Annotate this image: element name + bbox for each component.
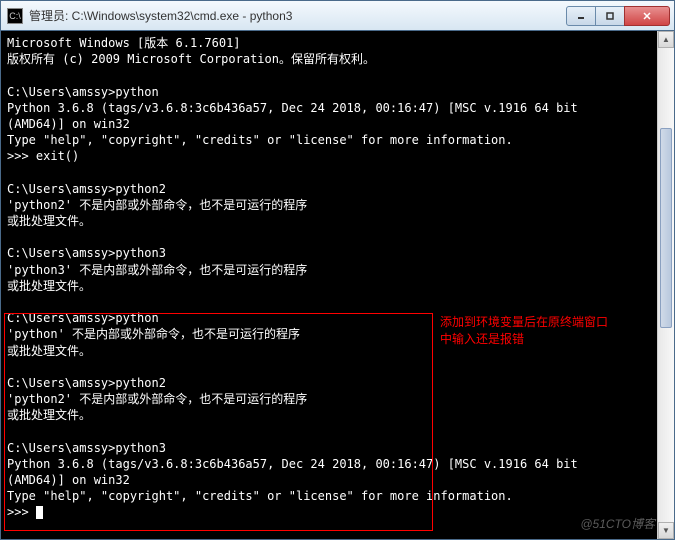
console-line: 或批处理文件。 [7, 408, 91, 422]
console-line: C:\Users\amssy>python3 [7, 441, 166, 455]
window-title: 管理员: C:\Windows\system32\cmd.exe - pytho… [29, 7, 567, 24]
maximize-icon [605, 11, 615, 21]
console-line: 版权所有 (c) 2009 Microsoft Corporation。保留所有… [7, 52, 375, 66]
annotation-text: 添加到环境变量后在原终端窗口中输入还是报错 [440, 314, 610, 348]
titlebar[interactable]: C:\ 管理员: C:\Windows\system32\cmd.exe - p… [1, 1, 674, 31]
cmd-icon: C:\ [7, 8, 23, 24]
minimize-button[interactable] [566, 6, 596, 26]
console-line: 'python3' 不是内部或外部命令，也不是可运行的程序 [7, 263, 307, 277]
minimize-icon [576, 11, 586, 21]
console-line: Python 3.6.8 (tags/v3.6.8:3c6b436a57, De… [7, 457, 578, 471]
console-line: 或批处理文件。 [7, 344, 91, 358]
console-line: Microsoft Windows [版本 6.1.7601] [7, 36, 241, 50]
console-line: C:\Users\amssy>python3 [7, 246, 166, 260]
console-line: >>> [7, 505, 36, 519]
close-icon [642, 11, 652, 21]
cursor-icon [36, 506, 43, 519]
console-line: 'python' 不是内部或外部命令，也不是可运行的程序 [7, 327, 300, 341]
console-output[interactable]: Microsoft Windows [版本 6.1.7601] 版权所有 (c)… [1, 31, 674, 539]
console-line: >>> exit() [7, 149, 79, 163]
scroll-down-button[interactable]: ▼ [658, 522, 674, 539]
console-line: C:\Users\amssy>python [7, 85, 159, 99]
scroll-track[interactable] [658, 48, 674, 522]
cmd-window: C:\ 管理员: C:\Windows\system32\cmd.exe - p… [0, 0, 675, 540]
console-line: 或批处理文件。 [7, 214, 91, 228]
console-line: C:\Users\amssy>python [7, 311, 159, 325]
console-line: (AMD64)] on win32 [7, 473, 130, 487]
console-line: Type "help", "copyright", "credits" or "… [7, 489, 513, 503]
console-line: 'python2' 不是内部或外部命令，也不是可运行的程序 [7, 198, 307, 212]
window-controls [567, 6, 670, 26]
console-line: Type "help", "copyright", "credits" or "… [7, 133, 513, 147]
console-line: 'python2' 不是内部或外部命令，也不是可运行的程序 [7, 392, 307, 406]
console-line: Python 3.6.8 (tags/v3.6.8:3c6b436a57, De… [7, 101, 578, 115]
watermark: @51CTO博客 [580, 515, 655, 532]
scroll-thumb[interactable] [660, 128, 672, 328]
maximize-button[interactable] [595, 6, 625, 26]
console-line: (AMD64)] on win32 [7, 117, 130, 131]
console-line: 或批处理文件。 [7, 279, 91, 293]
scroll-up-button[interactable]: ▲ [658, 31, 674, 48]
console-line: C:\Users\amssy>python2 [7, 376, 166, 390]
close-button[interactable] [624, 6, 670, 26]
vertical-scrollbar[interactable]: ▲ ▼ [657, 31, 674, 539]
console-line: C:\Users\amssy>python2 [7, 182, 166, 196]
